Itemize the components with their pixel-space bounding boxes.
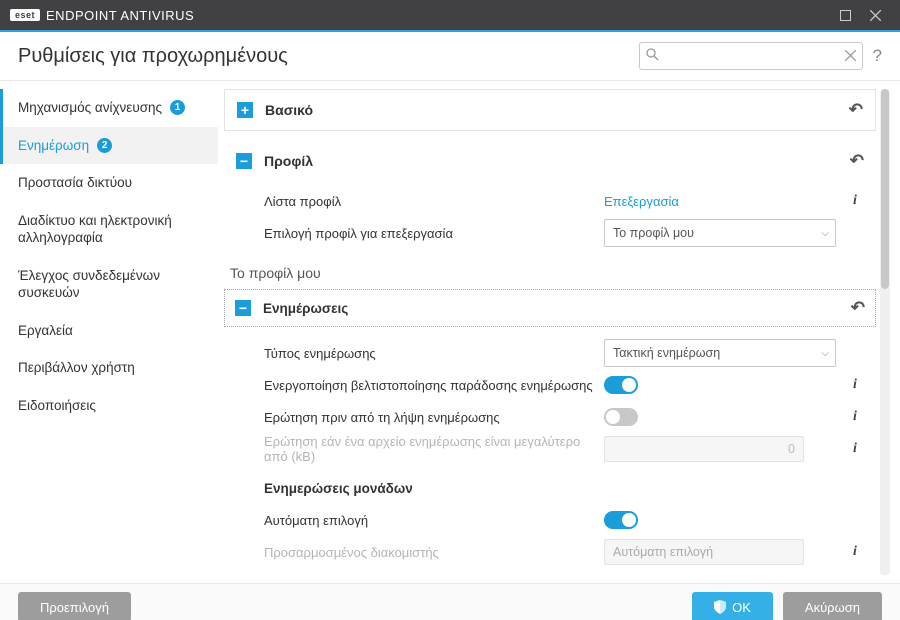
sidebar-badge: 1 [170,100,185,115]
section-profile-header[interactable]: − Προφίλ ↶ [224,141,876,181]
undo-icon[interactable]: ↶ [849,100,863,120]
search-icon [646,48,659,64]
section-basic-header[interactable]: + Βασικό ↶ [224,89,876,131]
delivery-opt-toggle[interactable] [604,376,638,394]
cancel-button[interactable]: Ακύρωση [783,592,882,620]
search-input[interactable] [663,48,841,64]
select-value: Το προφίλ μου [613,226,694,240]
info-icon[interactable]: i [846,544,864,560]
sidebar-item-ui[interactable]: Περιβάλλον χρήστη [0,349,218,387]
content-scroll: + Βασικό ↶ − Προφίλ ↶ Λίστα προφίλ Επεξε… [224,89,880,575]
row-profile-list: Λίστα προφίλ Επεξεργασία i [264,185,864,217]
section-basic: + Βασικό ↶ [224,89,876,131]
info-icon[interactable]: i [846,193,864,209]
row-auto-select: Αυτόματη επιλογή [264,504,864,536]
scrollbar-thumb[interactable] [881,89,889,289]
info-icon[interactable]: i [846,409,864,425]
row-profile-select: Επιλογή προφίλ για επεξεργασία Το προφίλ… [264,217,864,249]
undo-icon[interactable]: ↶ [850,151,864,171]
sidebar-item-label: Διαδίκτυο και ηλεκτρονική αλληλογραφία [18,212,200,247]
default-button[interactable]: Προεπιλογή [18,592,131,620]
row-label: Τύπος ενημέρωσης [264,346,594,361]
chevron-down-icon: ⌵ [821,228,829,239]
section-title: Βασικό [265,102,313,118]
page-title: Ρυθμίσεις για προχωρημένους [18,45,639,68]
ok-button[interactable]: OK [692,592,773,620]
brand-badge: eset [10,9,40,21]
titlebar: eset ENDPOINT ANTIVIRUS [0,0,900,30]
sidebar-item-web-email[interactable]: Διαδίκτυο και ηλεκτρονική αλληλογραφία [0,202,218,257]
sidebar-item-tools[interactable]: Εργαλεία [0,312,218,350]
search-box[interactable] [639,42,863,70]
sidebar-item-device-control[interactable]: Έλεγχος συνδεδεμένων συσκευών [0,257,218,312]
sidebar-item-update[interactable]: Ενημέρωση 2 [0,127,218,165]
row-custom-server: Προσαρμοσμένος διακομιστής i [264,536,864,568]
section-title: Προφίλ [264,153,313,169]
expand-icon: + [237,102,253,118]
shield-icon [714,600,726,614]
sidebar-item-detection[interactable]: Μηχανισμός ανίχνευσης 1 [0,89,218,127]
row-label: Προσαρμοσμένος διακομιστής [264,545,594,560]
info-icon[interactable]: i [846,377,864,393]
window-maximize-button[interactable] [830,0,860,30]
close-icon [870,10,881,21]
row-delivery-opt: Ενεργοποίηση βελτιστοποίησης παράδοσης ε… [264,369,864,401]
content-area: + Βασικό ↶ − Προφίλ ↶ Λίστα προφίλ Επεξε… [218,81,900,583]
sidebar: Μηχανισμός ανίχνευσης 1 Ενημέρωση 2 Προσ… [0,81,218,583]
undo-icon[interactable]: ↶ [851,298,865,318]
collapse-icon: − [235,300,251,316]
body: Μηχανισμός ανίχνευσης 1 Ενημέρωση 2 Προσ… [0,81,900,583]
square-icon [840,10,851,21]
row-ask-size: Ερώτηση εάν ένα αρχείο ενημέρωσης είναι … [264,433,864,465]
ask-size-input [604,436,804,462]
chevron-down-icon: ⌵ [821,348,829,359]
sidebar-item-label: Ενημέρωση [18,137,89,155]
subsection-updates-header[interactable]: − Ενημέρωσεις ↶ [224,289,876,327]
scrollbar[interactable] [880,89,890,575]
subsection-title: Ενημέρωσεις [263,301,348,316]
custom-server-input [604,539,804,565]
info-icon[interactable]: i [846,441,864,457]
sidebar-item-label: Προστασία δικτύου [18,174,132,192]
ask-before-toggle[interactable] [604,408,638,426]
row-label: Λίστα προφίλ [264,194,594,209]
clear-search-icon[interactable] [845,49,856,64]
sidebar-item-label: Περιβάλλον χρήστη [18,359,135,377]
sidebar-item-notifications[interactable]: Ειδοποιήσεις [0,387,218,425]
brand-text: ENDPOINT ANTIVIRUS [46,8,194,23]
sidebar-item-label: Έλεγχος συνδεδεμένων συσκευών [18,267,200,302]
section-profile: − Προφίλ ↶ Λίστα προφίλ Επεξεργασία i Επ… [224,141,876,575]
modules-title: Ενημερώσεις μονάδων [264,481,864,496]
row-label: Αυτόματη επιλογή [264,513,594,528]
row-label: Ερώτηση πριν από τη λήψη ενημέρωσης [264,410,594,425]
header: Ρυθμίσεις για προχωρημένους ? [0,32,900,81]
sidebar-item-label: Ειδοποιήσεις [18,397,96,415]
row-label: Ενεργοποίηση βελτιστοποίησης παράδοσης ε… [264,378,594,393]
sidebar-item-network[interactable]: Προστασία δικτύου [0,164,218,202]
auto-select-toggle[interactable] [604,511,638,529]
footer: Προεπιλογή OK Ακύρωση [0,583,900,620]
current-profile-label: Το προφίλ μου [230,265,876,281]
sidebar-badge: 2 [97,138,112,153]
profile-select[interactable]: Το προφίλ μου ⌵ [604,219,836,247]
sidebar-item-label: Μηχανισμός ανίχνευσης [18,99,162,117]
sidebar-item-label: Εργαλεία [18,322,73,340]
row-label: Επιλογή προφίλ για επεξεργασία [264,226,594,241]
row-ask-before: Ερώτηση πριν από τη λήψη ενημέρωσης i [264,401,864,433]
ok-label: OK [732,600,751,615]
collapse-icon: − [236,153,252,169]
select-value: Τακτική ενημέρωση [613,346,720,360]
update-type-select[interactable]: Τακτική ενημέρωση ⌵ [604,339,836,367]
row-update-type: Τύπος ενημέρωσης Τακτική ενημέρωση ⌵ [264,337,864,369]
help-button[interactable]: ? [873,46,882,66]
edit-profile-link[interactable]: Επεξεργασία [604,194,679,209]
window-close-button[interactable] [860,0,890,30]
row-label: Ερώτηση εάν ένα αρχείο ενημέρωσης είναι … [264,434,594,464]
